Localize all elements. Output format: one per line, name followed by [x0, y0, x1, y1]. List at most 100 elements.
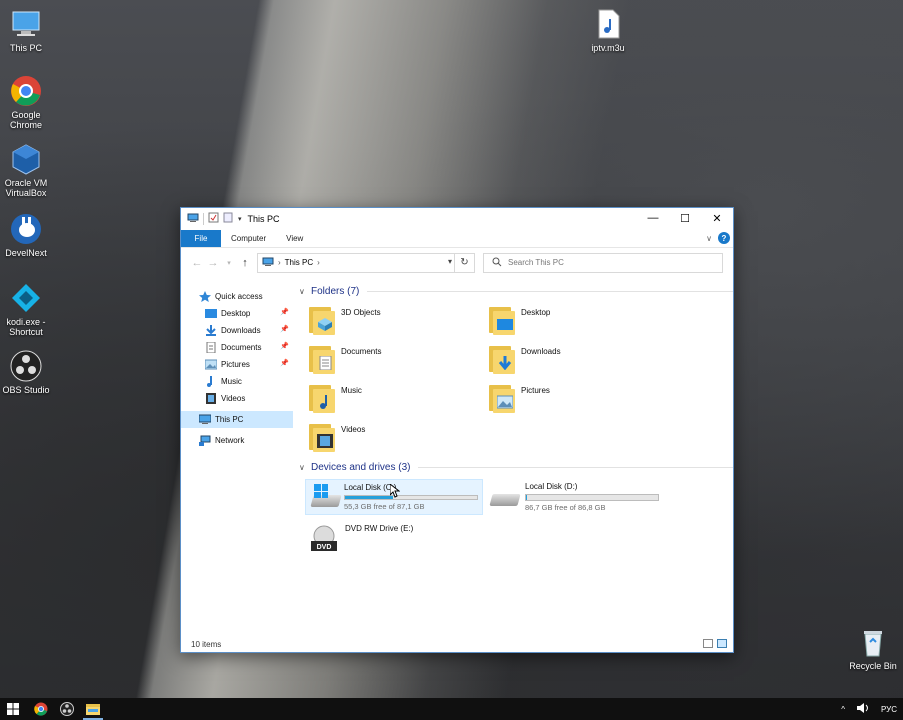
nav-documents[interactable]: Documents 📌	[181, 339, 293, 356]
obs-icon	[60, 702, 74, 716]
refresh-icon[interactable]: ↻	[454, 253, 474, 272]
minimize-button[interactable]: —	[637, 208, 669, 228]
folder-label: Music	[341, 386, 362, 395]
drive-free-space: 55,3 GB free of 87,1 GB	[344, 502, 425, 511]
maximize-button[interactable]: ☐	[669, 208, 701, 228]
folder-3d-objects[interactable]: 3D Objects	[307, 303, 487, 335]
search-input[interactable]: Search This PC	[508, 258, 564, 267]
nav-videos[interactable]: Videos	[181, 390, 293, 407]
drives-group-header[interactable]: ∨ Devices and drives (3)	[299, 458, 733, 476]
large-icons-view-icon[interactable]	[717, 639, 727, 648]
document-icon	[205, 341, 217, 354]
help-icon[interactable]: ?	[718, 232, 730, 244]
folder-pictures[interactable]: Pictures	[487, 381, 667, 413]
drive-free-space: 86,7 GB free of 86,8 GB	[525, 503, 606, 512]
desktop-icon-kodi[interactable]: kodi.exe - Shortcut	[0, 282, 56, 337]
kodi-icon	[10, 282, 42, 314]
desktop-icon-label: Recycle Bin	[849, 661, 897, 671]
taskbar: ^ РУС	[0, 698, 903, 720]
expand-ribbon-icon[interactable]: ∨	[706, 234, 712, 243]
folders-grid: 3D Objects Desktop Documents Downloads M…	[299, 303, 733, 452]
tab-view[interactable]: View	[276, 230, 313, 247]
nav-this-pc[interactable]: This PC	[181, 411, 293, 428]
desktop-icon-iptv[interactable]: iptv.m3u	[578, 8, 638, 53]
search-box[interactable]: Search This PC	[483, 252, 723, 273]
folder-documents[interactable]: Documents	[307, 342, 487, 374]
taskbar-obs[interactable]	[54, 698, 80, 720]
nav-quick-access[interactable]: Quick access	[181, 288, 293, 305]
drive-label: DVD RW Drive (E:)	[345, 524, 414, 533]
folder-music[interactable]: Music	[307, 381, 487, 413]
breadcrumb-this-pc[interactable]: This PC	[285, 258, 313, 267]
address-dropdown-icon[interactable]: ▾	[448, 257, 452, 266]
music-folder-icon	[307, 381, 335, 413]
nav-label: Network	[215, 436, 245, 445]
nav-network[interactable]: Network	[181, 432, 293, 449]
recent-locations-icon[interactable]: ▾	[221, 259, 237, 267]
details-view-icon[interactable]	[703, 639, 713, 648]
pin-icon[interactable]: 📌	[280, 342, 289, 350]
up-arrow-icon[interactable]: ↑	[237, 257, 253, 269]
properties-icon[interactable]	[208, 212, 219, 226]
address-bar[interactable]: › This PC › ▾ ↻	[257, 252, 475, 273]
taskbar-file-explorer[interactable]	[80, 698, 106, 720]
chrome-icon	[10, 75, 42, 107]
desktop-icon-label: DevelNext	[5, 248, 47, 258]
desktop-icon-recycle-bin[interactable]: Recycle Bin	[843, 626, 903, 671]
system-drive-icon	[310, 483, 342, 513]
folders-group-header[interactable]: ∨ Folders (7)	[299, 282, 733, 300]
nav-music[interactable]: Music	[181, 373, 293, 390]
desktop-icon-develnext[interactable]: DevelNext	[0, 213, 56, 258]
tab-computer[interactable]: Computer	[221, 230, 276, 247]
drive-d[interactable]: Local Disk (D:) 86,7 GB free of 86,8 GB	[485, 479, 663, 515]
dvd-drive-icon: DVD	[309, 524, 339, 554]
nav-desktop[interactable]: Desktop 📌	[181, 305, 293, 322]
nav-pictures[interactable]: Pictures 📌	[181, 356, 293, 373]
ribbon-tabs: File Computer View ∨ ?	[181, 230, 733, 247]
breadcrumb-separator[interactable]: ›	[278, 258, 281, 267]
tab-file[interactable]: File	[181, 230, 221, 247]
status-bar: 10 items	[181, 636, 733, 652]
drive-e[interactable]: DVD DVD RW Drive (E:)	[305, 521, 483, 557]
desktop-icon-label: Google Chrome	[9, 110, 42, 130]
window-title: This PC	[247, 214, 280, 224]
nav-downloads[interactable]: Downloads 📌	[181, 322, 293, 339]
start-button[interactable]	[0, 698, 26, 720]
customize-toolbar-icon[interactable]: ▾	[238, 215, 242, 223]
folder-desktop[interactable]: Desktop	[487, 303, 667, 335]
windows-logo-icon	[7, 703, 19, 715]
back-arrow-icon[interactable]: ←	[189, 257, 205, 269]
item-count: 10 items	[191, 639, 222, 649]
breadcrumb-separator[interactable]: ›	[317, 258, 320, 267]
nav-label: Music	[221, 377, 242, 386]
content-pane: ∨ Folders (7) 3D Objects Desktop Documen…	[293, 278, 733, 636]
desktop-icon-chrome[interactable]: Google Chrome	[0, 75, 56, 130]
folder-videos[interactable]: Videos	[307, 420, 487, 452]
folder-label: Pictures	[521, 386, 550, 395]
speaker-icon[interactable]	[856, 703, 869, 715]
collapse-chevron-icon[interactable]: ∨	[299, 287, 311, 296]
divider	[418, 466, 733, 468]
pin-icon[interactable]: 📌	[280, 359, 289, 367]
show-hidden-icons-icon[interactable]: ^	[841, 705, 845, 714]
collapse-chevron-icon[interactable]: ∨	[299, 463, 311, 472]
folder-label: Downloads	[521, 347, 561, 356]
group-title: Devices and drives (3)	[311, 461, 411, 473]
desktop-icon-this-pc[interactable]: This PC	[0, 8, 56, 53]
desktop-icon-virtualbox[interactable]: Oracle VM VirtualBox	[0, 143, 56, 198]
pin-icon[interactable]: 📌	[280, 325, 289, 333]
title-bar[interactable]: ▾ This PC — ☐ ✕	[181, 208, 733, 230]
forward-arrow-icon[interactable]: →	[205, 257, 221, 269]
folder-label: Videos	[341, 425, 366, 434]
pin-icon[interactable]: 📌	[280, 308, 289, 316]
nav-label: Videos	[221, 394, 246, 403]
picture-icon	[204, 359, 218, 370]
taskbar-chrome[interactable]	[28, 698, 54, 720]
folder-downloads[interactable]: Downloads	[487, 342, 667, 374]
music-note-icon	[205, 376, 217, 387]
desktop-icon-obs[interactable]: OBS Studio	[0, 350, 56, 395]
new-folder-icon[interactable]	[223, 212, 234, 226]
this-pc-icon	[10, 8, 42, 40]
language-indicator[interactable]: РУС	[881, 705, 897, 714]
close-button[interactable]: ✕	[701, 208, 733, 228]
